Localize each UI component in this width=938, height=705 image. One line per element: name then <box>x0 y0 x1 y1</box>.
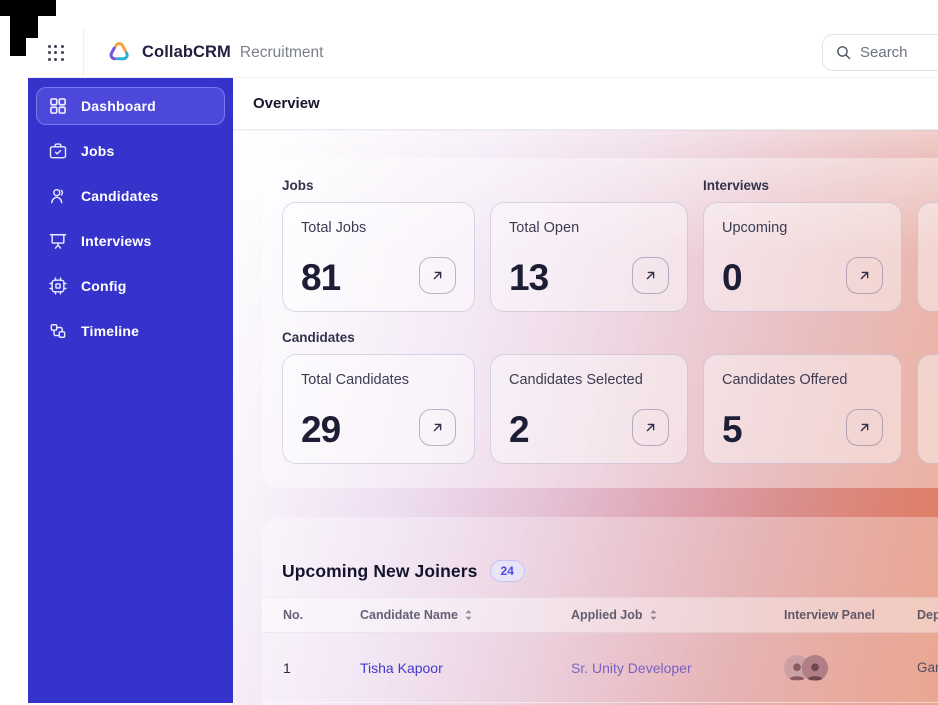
stat-label: Total Open <box>509 220 580 236</box>
person-icon <box>51 188 64 204</box>
table-row[interactable]: 1 Tisha Kapoor Sr. Unity Developer Gan <box>262 633 938 703</box>
open-upcoming-interviews-button[interactable] <box>846 257 883 294</box>
stat-label: Total Jobs <box>301 220 367 236</box>
open-total-candidates-button[interactable] <box>419 409 456 446</box>
briefcase-check-icon <box>49 143 67 159</box>
stats-panel: Jobs Interviews Total Jobs 81 Total Open… <box>262 158 938 488</box>
cell-row-number: 1 <box>283 659 291 676</box>
sidebar-item-label: Config <box>81 278 127 294</box>
arrow-up-right-icon <box>433 271 442 280</box>
cell-interview-panel <box>784 654 917 681</box>
page-header: Overview <box>233 78 938 130</box>
stats-group-interviews-label: Interviews <box>703 178 770 193</box>
open-total-jobs-button[interactable] <box>419 257 456 294</box>
brand-name: CollabCRM <box>142 43 231 61</box>
stat-card-clipped <box>917 354 938 464</box>
header-divider <box>83 27 84 78</box>
sidebar-item-label: Timeline <box>81 323 140 339</box>
cell-candidate-name[interactable]: Tisha Kapoor <box>360 660 571 676</box>
collabcrm-logo-icon <box>109 42 129 61</box>
sidebar: Dashboard Jobs Candidates Interviews Con… <box>28 78 233 703</box>
sidebar-item-label: Dashboard <box>81 98 156 114</box>
search-icon <box>837 46 851 60</box>
sidebar-item-jobs[interactable]: Jobs <box>36 132 225 170</box>
cell-applied-job[interactable]: Sr. Unity Developer <box>571 660 784 676</box>
stat-card-total-jobs: Total Jobs 81 <box>282 202 475 312</box>
search-box[interactable] <box>822 34 938 71</box>
joiners-count-badge: 24 <box>489 560 525 582</box>
product-name: Recruitment <box>239 43 324 61</box>
main-area: Overview Jobs Interviews Total Jobs 81 T… <box>233 78 938 705</box>
stats-group-jobs-label: Jobs <box>282 178 314 193</box>
upcoming-joiners-panel: Upcoming New Joiners 24 No. Candidate Na… <box>262 517 938 705</box>
column-header-applied-job[interactable]: Applied Job <box>571 608 784 622</box>
stat-card-clipped <box>917 202 938 312</box>
sidebar-item-config[interactable]: Config <box>36 267 225 305</box>
stat-label: Total Candidates <box>301 372 410 388</box>
stat-value: 0 <box>722 256 743 298</box>
joiners-title: Upcoming New Joiners <box>282 561 478 581</box>
app-window: CollabCRM Recruitment Dashboard <box>0 0 938 705</box>
stat-card-candidates-offered: Candidates Offered 5 <box>703 354 902 464</box>
stat-value: 13 <box>509 256 549 298</box>
open-candidates-offered-button[interactable] <box>846 409 883 446</box>
arrow-up-right-icon <box>646 423 655 432</box>
dashboard-grid-icon <box>50 98 66 114</box>
column-header-interview-panel: Interview Panel <box>784 608 876 622</box>
cell-department: Gan <box>917 660 938 675</box>
stat-card-upcoming-interviews: Upcoming 0 <box>703 202 902 312</box>
arrow-up-right-icon <box>860 271 869 280</box>
arrow-up-right-icon <box>646 271 655 280</box>
flow-icon <box>50 324 66 338</box>
sort-icon <box>465 610 472 620</box>
brand: CollabCRM Recruitment <box>106 40 323 65</box>
stat-label: Upcoming <box>722 220 788 236</box>
screenshot-glitch-artifact <box>0 0 56 56</box>
table-header-row: No. Candidate Name Applied Job Interview… <box>262 597 938 633</box>
sort-icon <box>650 610 656 620</box>
arrow-up-right-icon <box>860 423 869 432</box>
open-total-open-button[interactable] <box>632 257 669 294</box>
stat-value: 5 <box>722 408 743 450</box>
sidebar-item-interviews[interactable]: Interviews <box>36 222 225 260</box>
open-candidates-selected-button[interactable] <box>632 409 669 446</box>
column-header-candidate-name[interactable]: Candidate Name <box>360 608 571 622</box>
column-header-no: No. <box>283 608 304 622</box>
chip-icon <box>49 277 67 295</box>
app-header: CollabCRM Recruitment <box>28 27 938 78</box>
stat-label: Candidates Selected <box>509 372 643 388</box>
sidebar-item-label: Candidates <box>81 188 159 204</box>
dashboard-content: Jobs Interviews Total Jobs 81 Total Open… <box>233 130 938 705</box>
stat-card-total-candidates: Total Candidates 29 <box>282 354 475 464</box>
presentation-icon <box>49 234 67 249</box>
panelist-avatar[interactable] <box>802 654 828 681</box>
search-input[interactable] <box>860 44 934 61</box>
column-header-department: Department <box>917 608 938 622</box>
arrow-up-right-icon <box>433 423 442 432</box>
page-title: Overview <box>253 95 320 112</box>
stat-value: 29 <box>301 408 341 450</box>
stats-group-candidates-label: Candidates <box>282 330 355 345</box>
stat-card-candidates-selected: Candidates Selected 2 <box>490 354 688 464</box>
stat-label: Candidates Offered <box>722 372 848 388</box>
stat-value: 2 <box>509 408 530 450</box>
sidebar-item-label: Jobs <box>81 143 115 159</box>
sidebar-item-label: Interviews <box>81 233 152 249</box>
stat-card-total-open: Total Open 13 <box>490 202 688 312</box>
sidebar-item-timeline[interactable]: Timeline <box>36 312 225 350</box>
sidebar-item-dashboard[interactable]: Dashboard <box>36 87 225 125</box>
stat-value: 81 <box>301 256 341 298</box>
sidebar-item-candidates[interactable]: Candidates <box>36 177 225 215</box>
